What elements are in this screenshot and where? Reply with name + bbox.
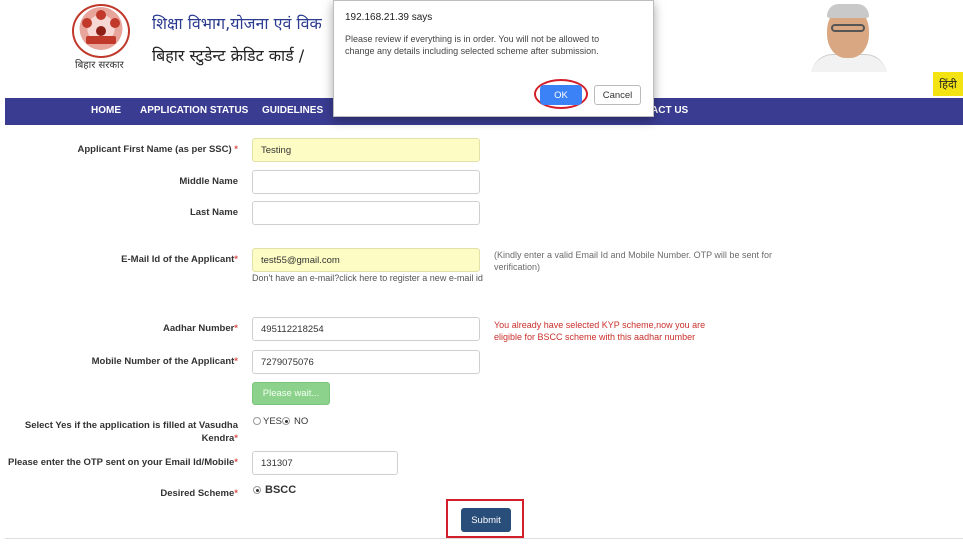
mobile-label: Mobile Number of the Applicant* bbox=[91, 356, 238, 367]
chief-minister-portrait bbox=[805, 0, 893, 72]
email-input[interactable]: test55@gmail.com bbox=[252, 248, 480, 272]
last-name-label: Last Name bbox=[189, 207, 238, 218]
nav-application-status[interactable]: APPLICATION STATUS bbox=[140, 105, 248, 116]
aadhar-error-message: You already have selected KYP scheme,now… bbox=[494, 320, 706, 342]
desired-scheme-label: Desired Scheme* bbox=[160, 488, 238, 499]
hindi-language-button[interactable]: हिंदी bbox=[933, 72, 963, 96]
email-label: E-Mail Id of the Applicant* bbox=[121, 254, 238, 265]
scheme-bscc-label: BSCC bbox=[265, 484, 297, 496]
dialog-origin: 192.168.21.39 says bbox=[345, 12, 433, 23]
site-title: शिक्षा विभाग,योजना एवं विक bbox=[152, 14, 322, 33]
nav-guidelines[interactable]: GUIDELINES bbox=[262, 105, 323, 116]
vasudha-yes-label: YES bbox=[263, 416, 283, 427]
first-name-input[interactable]: Testing bbox=[252, 138, 480, 162]
middle-name-label: Middle Name bbox=[179, 176, 238, 187]
nav-contact-us[interactable]: ACT US bbox=[651, 105, 688, 116]
bihar-emblem-logo bbox=[72, 4, 130, 58]
submit-button[interactable]: Submit bbox=[461, 508, 511, 532]
email-mobile-note: (Kindly enter a valid Email Id and Mobil… bbox=[494, 250, 772, 272]
first-name-label: Applicant First Name (as per SSC) * bbox=[77, 144, 239, 155]
vasudha-no-label: NO bbox=[294, 416, 309, 427]
last-name-input[interactable] bbox=[252, 201, 480, 225]
confirm-dialog: 192.168.21.39 says Please review if ever… bbox=[333, 0, 654, 117]
dialog-message: Please review if everything is in order.… bbox=[345, 34, 600, 56]
aadhar-input[interactable]: 495112218254 bbox=[252, 317, 480, 341]
footer-divider bbox=[5, 538, 963, 539]
mobile-input[interactable]: 7279075076 bbox=[252, 350, 480, 374]
emblem-caption: बिहार सरकार bbox=[75, 60, 124, 71]
please-wait-button[interactable]: Please wait... bbox=[252, 382, 330, 405]
register-email-link[interactable]: Don't have an e-mail?click here to regis… bbox=[252, 272, 484, 284]
otp-input[interactable]: 131307 bbox=[252, 451, 398, 475]
otp-label: Please enter the OTP sent on your Email … bbox=[7, 457, 238, 468]
site-subtitle: बिहार स्टुडेन्ट क्रेडिट कार्ड / bbox=[152, 46, 305, 65]
dialog-cancel-button[interactable]: Cancel bbox=[594, 85, 641, 105]
aadhar-label: Aadhar Number* bbox=[163, 323, 238, 334]
vasudha-yes-radio[interactable] bbox=[253, 417, 261, 425]
middle-name-input[interactable] bbox=[252, 170, 480, 194]
nav-home[interactable]: HOME bbox=[91, 105, 121, 116]
dialog-ok-button[interactable]: OK bbox=[540, 85, 582, 105]
vasudha-kendra-label: Select Yes if the application is filled … bbox=[24, 420, 238, 444]
scheme-bscc-radio[interactable] bbox=[253, 486, 261, 494]
vasudha-no-radio[interactable] bbox=[282, 417, 290, 425]
